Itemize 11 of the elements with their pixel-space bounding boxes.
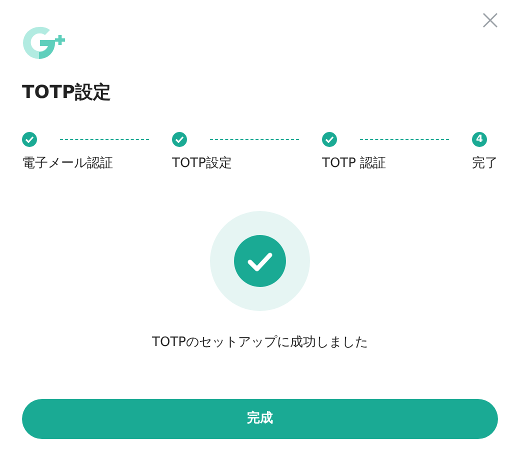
step-label: TOTP 認証: [322, 154, 388, 173]
close-button[interactable]: ×: [474, 6, 506, 34]
dialog-title: TOTP設定: [22, 82, 112, 104]
check-icon: [234, 235, 286, 288]
success-message: TOTPのセットアップに成功しました: [151, 334, 369, 352]
step-label: TOTP設定: [172, 154, 233, 173]
step-label: 完了: [472, 154, 498, 173]
done-button[interactable]: 完成: [22, 398, 498, 439]
step-number: 4: [472, 132, 487, 148]
step-label: 電子メール認証: [22, 154, 114, 173]
logo-icon: [22, 26, 68, 60]
